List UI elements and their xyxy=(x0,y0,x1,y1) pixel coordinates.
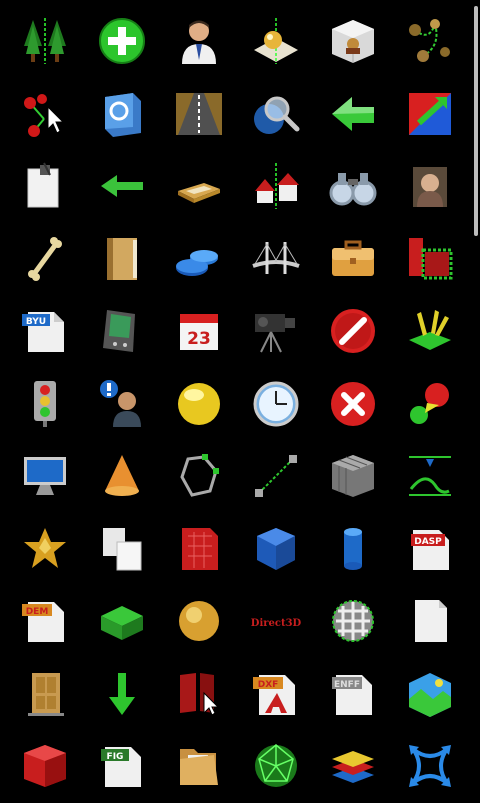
swap-faces-icon[interactable] xyxy=(83,78,160,151)
selection-icon[interactable] xyxy=(391,223,468,296)
star-polyhedron-icon[interactable] xyxy=(6,513,83,586)
copy-icon[interactable] xyxy=(83,513,160,586)
plate-icon[interactable] xyxy=(160,150,237,223)
line-segment-icon[interactable] xyxy=(237,440,314,513)
fig-label: FIG xyxy=(106,752,123,762)
back-arrow-icon[interactable] xyxy=(314,78,391,151)
yellow-ball-icon[interactable] xyxy=(160,368,237,441)
user-info-icon[interactable] xyxy=(83,368,160,441)
clip-paper-icon[interactable] xyxy=(6,150,83,223)
lights-icon[interactable] xyxy=(391,295,468,368)
dasp-file-icon[interactable]: DASP xyxy=(391,513,468,586)
direct3d-label: Direct3D xyxy=(251,618,301,629)
folder-icon[interactable] xyxy=(160,730,237,803)
byu-label: BYU xyxy=(25,317,45,327)
houses-icon[interactable] xyxy=(237,150,314,223)
pda-icon[interactable] xyxy=(83,295,160,368)
blank-file-icon[interactable] xyxy=(391,585,468,658)
video-camera-icon[interactable] xyxy=(237,295,314,368)
checker-sphere-icon[interactable] xyxy=(314,585,391,658)
traffic-light-icon[interactable] xyxy=(6,368,83,441)
voxel-cube-icon[interactable] xyxy=(314,440,391,513)
green-box-icon[interactable] xyxy=(83,585,160,658)
monitor-icon[interactable] xyxy=(6,440,83,513)
enff-label: ENFF xyxy=(334,680,360,690)
stop-icon[interactable] xyxy=(314,295,391,368)
path-nodes-icon[interactable] xyxy=(391,5,468,78)
landscape-icon[interactable] xyxy=(391,658,468,731)
location-pin-icon[interactable] xyxy=(237,5,314,78)
bridge-icon[interactable] xyxy=(237,223,314,296)
spring-icon[interactable] xyxy=(391,440,468,513)
flip-icon[interactable] xyxy=(391,78,468,151)
dem-label: DEM xyxy=(25,607,48,617)
add-icon[interactable] xyxy=(83,5,160,78)
bone-icon[interactable] xyxy=(6,223,83,296)
byu-file-icon[interactable]: BYU xyxy=(6,295,83,368)
cone-icon[interactable] xyxy=(83,440,160,513)
cube-room-icon[interactable] xyxy=(314,5,391,78)
select-points-icon[interactable] xyxy=(6,78,83,151)
icon-grid: BYU 23 DASP DEM Direct3D DXF ENFF FIG xyxy=(6,5,468,803)
dasp-label: DASP xyxy=(414,537,442,547)
arrows-icon[interactable] xyxy=(391,730,468,803)
gold-sphere-icon[interactable] xyxy=(160,585,237,658)
calendar-icon[interactable]: 23 xyxy=(160,295,237,368)
cylinder-icon[interactable] xyxy=(314,513,391,586)
disks-icon[interactable] xyxy=(160,223,237,296)
binoculars-icon[interactable] xyxy=(314,150,391,223)
left-arrow-icon[interactable] xyxy=(83,150,160,223)
portrait-icon[interactable] xyxy=(391,150,468,223)
red-cube-icon[interactable] xyxy=(6,730,83,803)
red-doors-icon[interactable] xyxy=(160,658,237,731)
polygon-icon[interactable] xyxy=(160,440,237,513)
sphere-light-icon[interactable] xyxy=(391,368,468,441)
fig-file-icon[interactable]: FIG xyxy=(83,730,160,803)
door-icon[interactable] xyxy=(6,658,83,731)
book-icon[interactable] xyxy=(83,223,160,296)
vertical-scrollbar[interactable] xyxy=(474,6,478,236)
direct3d-icon[interactable]: Direct3D xyxy=(237,585,314,658)
dxf-label: DXF xyxy=(257,680,278,690)
down-arrow-icon[interactable] xyxy=(83,658,160,731)
dxf-file-icon[interactable]: DXF xyxy=(237,658,314,731)
trees-icon[interactable] xyxy=(6,5,83,78)
blue-cube-icon[interactable] xyxy=(237,513,314,586)
dem-file-icon[interactable]: DEM xyxy=(6,585,83,658)
geodesic-sphere-icon[interactable] xyxy=(237,730,314,803)
briefcase-icon[interactable] xyxy=(314,223,391,296)
enff-file-icon[interactable]: ENFF xyxy=(314,658,391,731)
user-icon[interactable] xyxy=(160,5,237,78)
layers-icon[interactable] xyxy=(314,730,391,803)
road-icon[interactable] xyxy=(160,78,237,151)
search-globe-icon[interactable] xyxy=(237,78,314,151)
calendar-day: 23 xyxy=(187,329,211,349)
close-icon[interactable] xyxy=(314,368,391,441)
red-document-icon[interactable] xyxy=(160,513,237,586)
clock-icon[interactable] xyxy=(237,368,314,441)
